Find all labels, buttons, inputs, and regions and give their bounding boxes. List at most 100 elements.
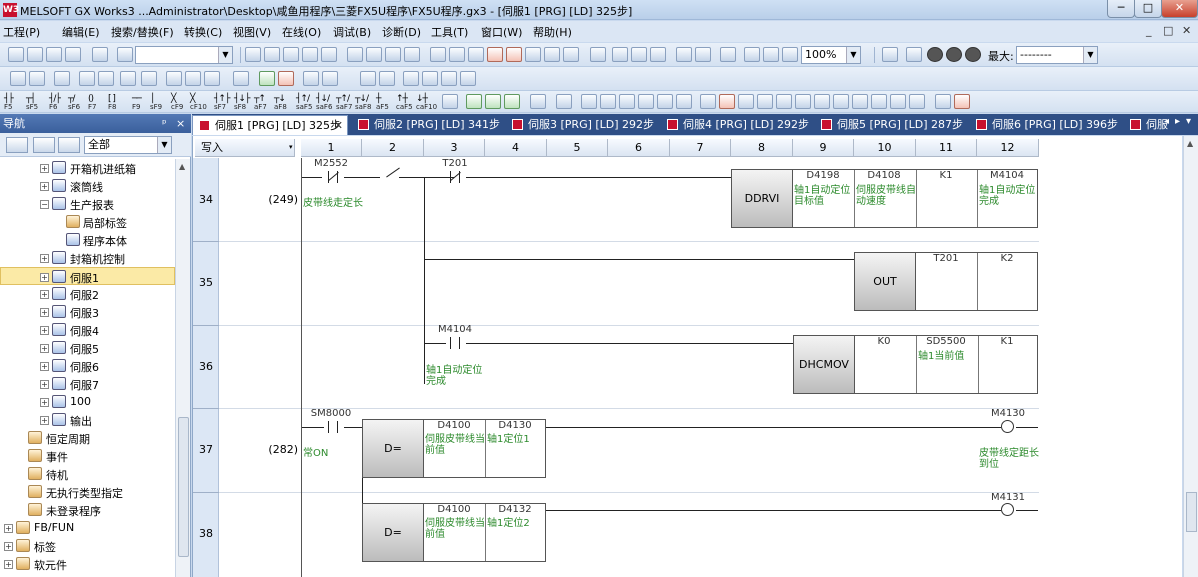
- wave-icon[interactable]: [278, 71, 294, 86]
- rebuild-icon[interactable]: [404, 47, 420, 62]
- fb-icon[interactable]: [466, 94, 482, 109]
- tree-item[interactable]: 无执行类型指定: [0, 483, 175, 501]
- tree-item[interactable]: + 伺服4: [0, 321, 175, 339]
- close-icon[interactable]: ✕: [334, 116, 343, 135]
- cut-icon[interactable]: [245, 47, 261, 62]
- scroll-up-icon[interactable]: ▲: [1187, 139, 1193, 148]
- mdi-restore-button[interactable]: □: [1163, 24, 1173, 37]
- rising-negated-branch-icon[interactable]: ┬↑/saF7: [336, 95, 352, 112]
- zoom-combo[interactable]: 100% ▼: [801, 46, 861, 64]
- coil-icon[interactable]: () F7: [88, 95, 96, 112]
- menu-window[interactable]: 窗口(W): [481, 24, 522, 40]
- replace-icon[interactable]: [650, 47, 666, 62]
- menu-project[interactable]: 工程(P): [3, 24, 40, 40]
- expand-icon[interactable]: +: [40, 182, 49, 191]
- pointer-icon[interactable]: [441, 71, 457, 86]
- delete-row-icon[interactable]: [581, 94, 597, 109]
- rising-negated-icon[interactable]: ┤↑/saF5: [296, 95, 312, 112]
- format-3-icon[interactable]: [909, 94, 925, 109]
- scroll-thumb[interactable]: [1186, 492, 1197, 532]
- hline-erase-icon[interactable]: [719, 94, 735, 109]
- stop-square-icon[interactable]: [906, 47, 922, 62]
- sampling-stop-icon[interactable]: [322, 71, 338, 86]
- expand-icon[interactable]: +: [40, 326, 49, 335]
- expand-icon[interactable]: +: [40, 308, 49, 317]
- falling-contact-icon[interactable]: ┤↓├ sF8: [234, 95, 250, 112]
- tree-item[interactable]: 未登录程序: [0, 501, 175, 519]
- statement-dropdown-icon[interactable]: [460, 71, 476, 86]
- expand-icon[interactable]: +: [40, 398, 49, 407]
- tree-item[interactable]: 局部标签: [0, 213, 175, 231]
- convert-all-icon[interactable]: [366, 47, 382, 62]
- tree-item[interactable]: + 伺服5: [0, 339, 175, 357]
- expand-icon[interactable]: +: [40, 380, 49, 389]
- close-contact-icon[interactable]: ┤/├ F6: [49, 95, 61, 112]
- simulation-stop-icon[interactable]: [563, 47, 579, 62]
- vline-draw-icon[interactable]: [738, 94, 754, 109]
- inline-st-icon[interactable]: [442, 94, 458, 109]
- project-icon[interactable]: [92, 47, 108, 62]
- instruction-block[interactable]: D=: [362, 419, 424, 478]
- open-branch-icon[interactable]: ┬┤ sF5: [26, 95, 38, 112]
- new-icon[interactable]: [8, 47, 24, 62]
- mdi-minimize-button[interactable]: _: [1146, 24, 1152, 37]
- tab-servo5[interactable]: 伺服5 [PRG] [LD] 287步: [815, 115, 965, 135]
- rising-contact-icon[interactable]: ┤↑├ sF7: [214, 95, 230, 112]
- expand-icon[interactable]: +: [40, 344, 49, 353]
- statement-edit-icon[interactable]: [657, 94, 673, 109]
- close-button[interactable]: ✕: [1161, 0, 1198, 18]
- rising-branch-icon[interactable]: ┬↑ aF7: [254, 95, 267, 112]
- watch-window-icon[interactable]: [79, 71, 95, 86]
- template-icon[interactable]: [233, 71, 249, 86]
- tree-item[interactable]: 事件: [0, 447, 175, 465]
- tab-list-icon[interactable]: ▾: [1186, 116, 1191, 127]
- find-next-icon[interactable]: [631, 47, 647, 62]
- device-use-icon[interactable]: [120, 71, 136, 86]
- tab-scroll-left-icon[interactable]: ◂: [1164, 116, 1169, 127]
- menu-edit[interactable]: 编辑(E): [62, 24, 100, 40]
- device-list-icon[interactable]: [695, 47, 711, 62]
- menu-find-replace[interactable]: 搜索/替换(F): [111, 24, 174, 40]
- format-icon[interactable]: [871, 94, 887, 109]
- tree-item[interactable]: + 输出: [0, 411, 175, 429]
- align-left-icon[interactable]: [833, 94, 849, 109]
- tree-item[interactable]: + 滚筒线: [0, 177, 175, 195]
- collapse-icon[interactable]: −: [40, 200, 49, 209]
- menu-convert[interactable]: 转换(C): [184, 24, 222, 40]
- tree-item[interactable]: 程序本体: [0, 231, 175, 249]
- expand-icon[interactable]: +: [40, 164, 49, 173]
- delete-vline-icon[interactable]: ╳ cF10: [190, 95, 207, 112]
- vline-icon[interactable]: │ sF9: [150, 95, 162, 112]
- instruction-icon[interactable]: [ ] F8: [108, 95, 116, 112]
- minimize-button[interactable]: ─: [1107, 0, 1135, 18]
- tree-item[interactable]: − 生产报表: [0, 195, 175, 213]
- tree-item-selected[interactable]: + 伺服1: [0, 267, 175, 285]
- search-instruction-icon[interactable]: [795, 94, 811, 109]
- expand-icon[interactable]: +: [4, 560, 13, 569]
- falling-negated-icon[interactable]: ┤↓/saF6: [316, 95, 332, 112]
- hline-draw-icon[interactable]: [700, 94, 716, 109]
- align-right-icon[interactable]: [852, 94, 868, 109]
- collapse-icon[interactable]: [33, 137, 55, 153]
- coil-icon[interactable]: [1001, 503, 1014, 516]
- falling-negated-branch-icon[interactable]: ┬↓/saF8: [355, 95, 371, 112]
- run-check-icon[interactable]: [927, 47, 943, 62]
- read-plc-icon[interactable]: [430, 47, 446, 62]
- cross-reference-icon[interactable]: [676, 47, 692, 62]
- element-selection-icon[interactable]: [29, 71, 45, 86]
- monitor-write-icon[interactable]: [525, 47, 541, 62]
- tab-servo4[interactable]: 伺服4 [PRG] [LD] 292步: [661, 115, 811, 135]
- menu-help[interactable]: 帮助(H): [533, 24, 572, 40]
- menu-online[interactable]: 在线(O): [282, 24, 321, 40]
- closed-contact-icon[interactable]: [322, 171, 344, 183]
- close-branch-icon[interactable]: ┬/sF6: [68, 95, 80, 112]
- dev-label-icon[interactable]: [204, 71, 220, 86]
- expand-icon[interactable]: +: [4, 542, 13, 551]
- tree-item[interactable]: + 标签: [0, 537, 175, 555]
- mdi-close-button[interactable]: ✕: [1182, 24, 1191, 37]
- coil-icon[interactable]: [1001, 420, 1014, 433]
- check-icon[interactable]: [259, 71, 275, 86]
- tree-item[interactable]: + 伺服7: [0, 375, 175, 393]
- tree-item[interactable]: + 伺服3: [0, 303, 175, 321]
- note-edit-icon[interactable]: [676, 94, 692, 109]
